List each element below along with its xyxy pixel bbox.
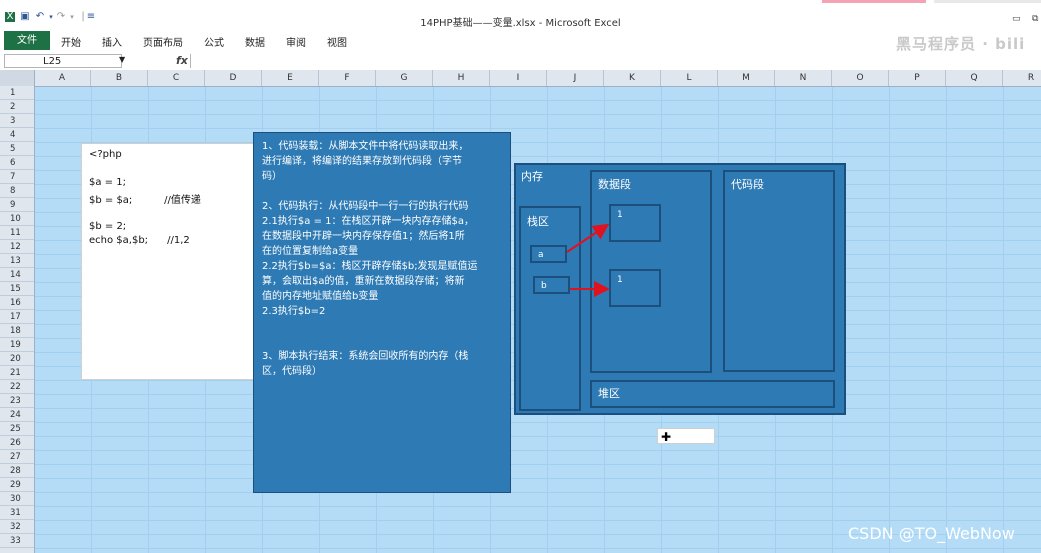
arrows-layer [566,223,610,297]
watermark-bottom: CSDN @TO_WebNow [848,524,1015,543]
cross-cursor-icon: ✚ [661,430,672,444]
arrow-a-to-value [566,223,610,253]
